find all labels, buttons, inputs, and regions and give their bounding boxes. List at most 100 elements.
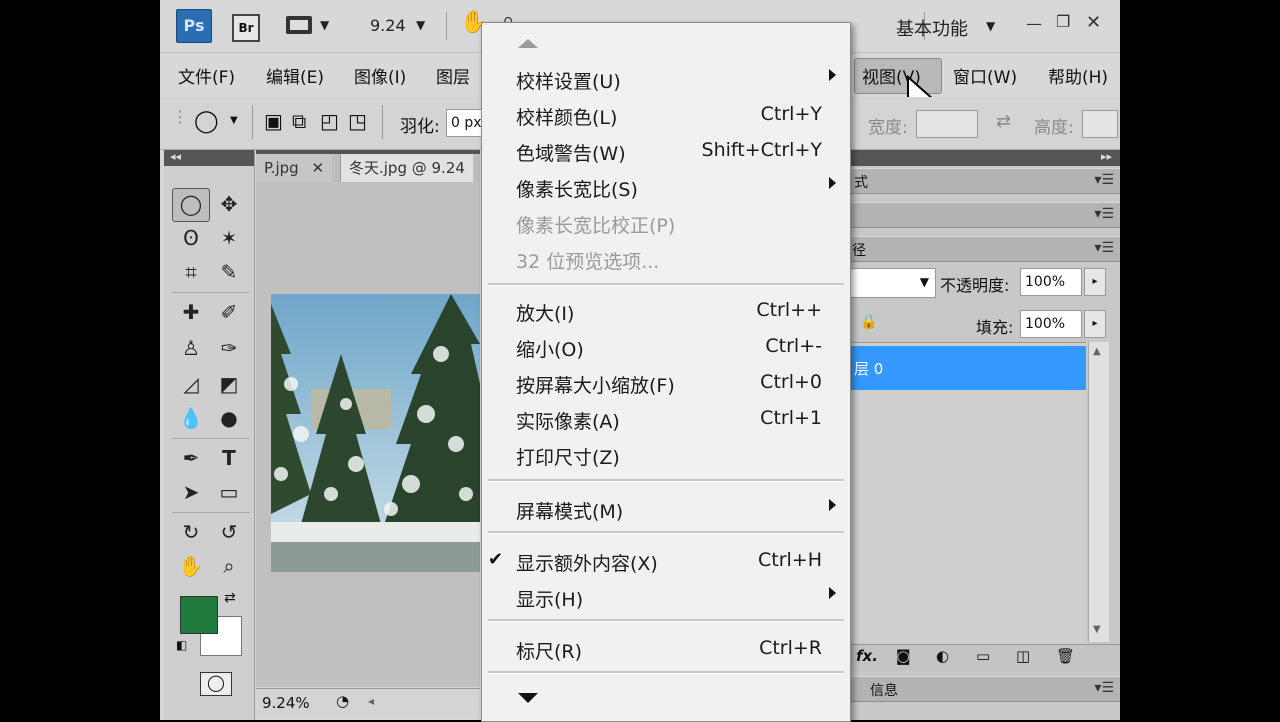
3d-rotate-tool-icon[interactable]: ↻ bbox=[176, 518, 206, 546]
menu-item-show-extras[interactable]: ✔ 显示额外内容(X) Ctrl+H bbox=[482, 545, 850, 579]
menu-item-fit-on-screen[interactable]: 按屏幕大小缩放(F) Ctrl+0 bbox=[482, 367, 850, 401]
eraser-tool-icon[interactable]: ◿ bbox=[176, 370, 206, 398]
bridge-button[interactable]: Br bbox=[232, 14, 260, 42]
default-colors-icon[interactable]: ◧ bbox=[176, 638, 187, 652]
scroll-left-icon[interactable]: ◂ bbox=[368, 694, 374, 708]
opacity-slider-button[interactable]: ▸ bbox=[1084, 268, 1106, 296]
menu-file[interactable]: 文件(F) bbox=[178, 63, 235, 88]
scroll-up-icon[interactable]: ▲ bbox=[1093, 346, 1101, 357]
menu-image[interactable]: 图像(I) bbox=[354, 63, 406, 88]
dodge-tool-icon[interactable]: ● bbox=[214, 404, 244, 432]
fill-input[interactable]: 100% bbox=[1020, 310, 1082, 338]
foreground-color-fill[interactable] bbox=[180, 596, 218, 634]
blend-mode-select[interactable]: ▼ bbox=[850, 268, 936, 298]
height-input[interactable] bbox=[1082, 110, 1118, 138]
dock-header[interactable]: ▸▸ bbox=[850, 150, 1120, 166]
layers-scrollbar[interactable]: ▲ ▼ bbox=[1088, 342, 1109, 642]
chevron-down-icon[interactable]: ▼ bbox=[920, 275, 929, 289]
paint-bucket-tool-icon[interactable]: ◩ bbox=[214, 370, 244, 398]
magic-wand-tool-icon[interactable]: ✶ bbox=[214, 224, 244, 252]
panel-menu-icon[interactable]: ▾☰ bbox=[1094, 172, 1114, 188]
menu-item-zoom-out[interactable]: 缩小(O) Ctrl+- bbox=[482, 331, 850, 365]
menu-item-rulers[interactable]: 标尺(R) Ctrl+R bbox=[482, 633, 850, 667]
lasso-tool-icon[interactable]: ʘ bbox=[176, 224, 206, 252]
view-extras-icon[interactable] bbox=[286, 16, 312, 34]
info-panel-header[interactable]: 信息 ▾☰ bbox=[850, 676, 1120, 702]
ellipse-marquee-icon[interactable]: ◯ bbox=[194, 109, 219, 134]
panel-menu-icon[interactable]: ▾☰ bbox=[1094, 206, 1114, 222]
panel-menu-icon[interactable]: ▾☰ bbox=[1094, 240, 1114, 256]
scroll-down-icon[interactable] bbox=[518, 693, 538, 703]
subtract-selection-icon[interactable]: ◰ bbox=[320, 109, 339, 133]
lock-icon[interactable]: 🔒 bbox=[860, 314, 877, 330]
menu-item-gamut-warning[interactable]: 色域警告(W) Shift+Ctrl+Y bbox=[482, 135, 850, 169]
minimize-icon[interactable]: — bbox=[1026, 14, 1042, 33]
chevron-down-icon[interactable]: ▼ bbox=[986, 19, 995, 33]
layers-panel-header[interactable]: 径 ▾☰ bbox=[850, 236, 1120, 262]
eyedropper-tool-icon[interactable]: ✎ bbox=[214, 258, 244, 286]
intersect-selection-icon[interactable]: ◳ bbox=[348, 109, 367, 133]
menu-layer[interactable]: 图层 bbox=[436, 63, 470, 88]
swap-icon[interactable]: ⇄ bbox=[996, 111, 1011, 132]
swap-colors-icon[interactable]: ⇄ bbox=[224, 590, 236, 606]
menu-item-pixel-aspect-ratio[interactable]: 像素长宽比(S) bbox=[482, 171, 850, 205]
tab-document-1[interactable]: P.jpg ✕ bbox=[256, 154, 333, 182]
status-menu-icon[interactable]: ◔ bbox=[336, 692, 349, 710]
brush-tool-icon[interactable]: ✐ bbox=[214, 298, 244, 326]
new-layer-icon[interactable]: ◫ bbox=[1016, 647, 1030, 665]
scroll-up-icon[interactable] bbox=[518, 39, 538, 48]
fx-button[interactable]: fx. bbox=[856, 647, 878, 665]
chevron-down-icon[interactable]: ▼ bbox=[416, 18, 425, 32]
new-selection-icon[interactable]: ▣ bbox=[264, 109, 283, 133]
path-selection-tool-icon[interactable]: ➤ bbox=[176, 478, 206, 506]
panel-menu-icon[interactable]: ▾☰ bbox=[1094, 680, 1114, 696]
blur-tool-icon[interactable]: 💧 bbox=[176, 404, 206, 432]
workspace-label[interactable]: 基本功能 bbox=[896, 15, 968, 41]
expand-icon[interactable]: ▸▸ bbox=[1101, 150, 1112, 163]
layer-row[interactable]: 层 0 bbox=[850, 346, 1086, 390]
healing-brush-tool-icon[interactable]: ✚ bbox=[176, 298, 206, 326]
menu-item-show[interactable]: 显示(H) bbox=[482, 581, 850, 615]
menu-window[interactable]: 窗口(W) bbox=[953, 63, 1017, 88]
close-icon[interactable]: ✕ bbox=[311, 159, 324, 177]
3d-orbit-tool-icon[interactable]: ↺ bbox=[214, 518, 244, 546]
collapse-icon[interactable]: ◂◂ bbox=[170, 150, 181, 163]
close-icon[interactable]: ✕ bbox=[1086, 12, 1101, 33]
tab-info[interactable]: 信息 bbox=[870, 680, 898, 700]
adjustment-icon[interactable]: ◐ bbox=[936, 647, 949, 665]
tab-winter[interactable]: 冬天.jpg @ 9.24 bbox=[340, 154, 473, 182]
history-brush-tool-icon[interactable]: ✑ bbox=[214, 334, 244, 362]
crop-tool-icon[interactable]: ⌗ bbox=[176, 258, 206, 286]
menu-edit[interactable]: 编辑(E) bbox=[266, 63, 324, 88]
ellipse-marquee-tool-icon[interactable]: ◯ bbox=[176, 190, 206, 218]
move-tool-icon[interactable]: ✥ bbox=[214, 190, 244, 218]
add-selection-icon[interactable]: ⧉ bbox=[292, 109, 306, 133]
zoom-status[interactable]: 9.24% bbox=[262, 694, 310, 712]
chevron-down-icon[interactable]: ▼ bbox=[230, 115, 238, 126]
menu-help[interactable]: 帮助(H) bbox=[1048, 63, 1108, 88]
type-tool-icon[interactable]: T bbox=[214, 444, 244, 472]
pen-tool-icon[interactable]: ✒ bbox=[176, 444, 206, 472]
menu-item-zoom-in[interactable]: 放大(I) Ctrl++ bbox=[482, 295, 850, 329]
mask-icon[interactable]: ◙ bbox=[896, 647, 911, 665]
fill-slider-button[interactable]: ▸ bbox=[1084, 310, 1106, 338]
rectangle-tool-icon[interactable]: ▭ bbox=[214, 478, 244, 506]
toolbox-header[interactable]: ◂◂ bbox=[164, 150, 254, 166]
menu-item-proof-colors[interactable]: 校样颜色(L) Ctrl+Y bbox=[482, 99, 850, 133]
zoom-tool-icon[interactable]: ⌕ bbox=[214, 552, 244, 580]
hand-tool-icon[interactable]: ✋ bbox=[176, 552, 206, 580]
opacity-input[interactable]: 100% bbox=[1020, 268, 1082, 296]
restore-icon[interactable]: ❐ bbox=[1056, 12, 1070, 31]
scroll-down-icon[interactable]: ▼ bbox=[1093, 624, 1101, 635]
quick-mask-button[interactable]: ◯ bbox=[200, 672, 232, 696]
panel-header-2[interactable]: ▾☰ bbox=[850, 202, 1120, 228]
menu-item-print-size[interactable]: 打印尺寸(Z) bbox=[482, 439, 850, 473]
menu-item-proof-setup[interactable]: 校样设置(U) bbox=[482, 63, 850, 97]
width-input[interactable] bbox=[916, 110, 978, 138]
zoom-level[interactable]: 9.24 bbox=[370, 16, 406, 35]
chevron-down-icon[interactable]: ▼ bbox=[320, 18, 329, 32]
clone-stamp-tool-icon[interactable]: ♙ bbox=[176, 334, 206, 362]
menu-item-actual-pixels[interactable]: 实际像素(A) Ctrl+1 bbox=[482, 403, 850, 437]
menu-item-screen-mode[interactable]: 屏幕模式(M) bbox=[482, 493, 850, 527]
folder-icon[interactable]: ▭ bbox=[976, 647, 990, 665]
